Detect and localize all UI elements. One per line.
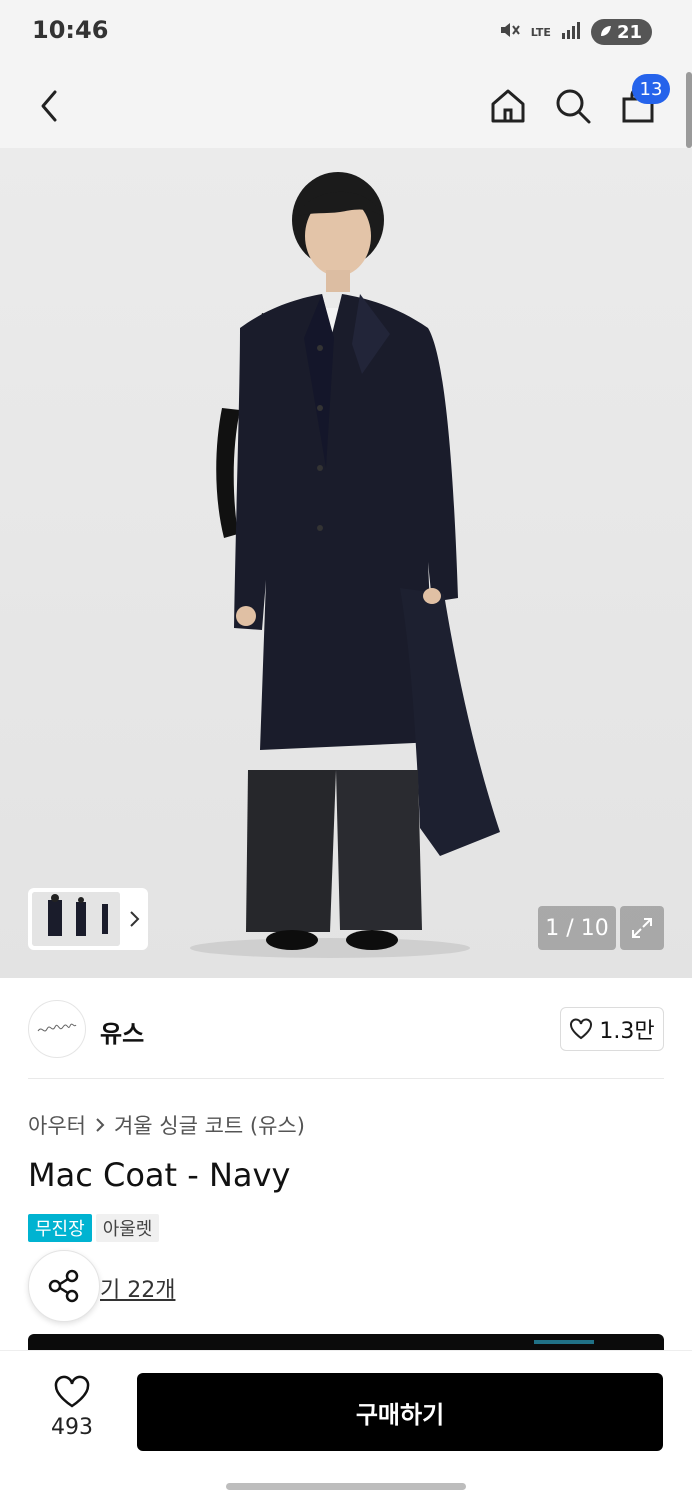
breadcrumb-item-category[interactable]: 아우터 — [28, 1110, 86, 1140]
chevron-right-icon — [96, 1118, 105, 1132]
wishlist-count: 493 — [51, 1415, 93, 1440]
review-link[interactable]: 기 22개 — [100, 1272, 175, 1304]
search-icon — [556, 89, 591, 124]
wishlist-button[interactable]: 493 — [38, 1375, 106, 1447]
divider — [28, 1078, 664, 1079]
status-time: 10:46 — [32, 16, 109, 44]
heart-icon — [54, 1375, 90, 1408]
tag-outlet: 아울렛 — [95, 1214, 160, 1242]
brand-like-count: 1.3만 — [599, 1019, 655, 1044]
image-page-indicator: 1 / 10 — [538, 906, 616, 950]
buy-button[interactable]: 구매하기 — [137, 1373, 663, 1451]
brand-like-button[interactable]: 1.3만 — [560, 1007, 664, 1051]
back-button[interactable] — [22, 78, 78, 134]
brand-row[interactable]: 유스 1.3만 — [28, 1000, 664, 1058]
battery-level: 21 — [616, 21, 642, 43]
mute-icon — [499, 20, 521, 44]
lte-icon: LTE — [530, 25, 551, 39]
battery-indicator: 21 — [590, 19, 652, 45]
product-tags: 무진장 아울렛 — [28, 1214, 160, 1242]
expand-image-button[interactable] — [620, 906, 664, 950]
tag-mujinjang: 무진장 — [28, 1214, 92, 1242]
home-icon — [491, 89, 525, 123]
search-button[interactable] — [545, 78, 601, 134]
chevron-right-icon — [130, 911, 140, 927]
share-icon — [48, 1269, 79, 1303]
heart-icon — [570, 1018, 593, 1040]
battery-saver-icon — [599, 22, 613, 43]
brand-name[interactable]: 유스 — [100, 1014, 144, 1049]
product-title: Mac Coat - Navy — [28, 1156, 291, 1194]
thumbnail-next[interactable] — [120, 892, 148, 946]
cart-count-badge: 13 — [632, 74, 670, 104]
status-bar: 10:46 LTE 21 — [0, 0, 692, 64]
product-image[interactable] — [0, 148, 692, 978]
top-nav — [0, 64, 692, 148]
expand-icon — [632, 918, 652, 938]
home-indicator[interactable] — [226, 1483, 466, 1490]
model-illustration — [190, 172, 500, 958]
brand-logo[interactable] — [28, 1000, 86, 1058]
bottom-action-bar: 493 구매하기 — [0, 1350, 692, 1500]
home-button[interactable] — [480, 78, 536, 134]
status-icons: LTE 21 — [499, 18, 652, 46]
scrollbar-thumb[interactable] — [686, 72, 692, 148]
breadcrumb: 아우터 겨울 싱글 코트 (유스) — [28, 1110, 305, 1140]
share-button[interactable] — [28, 1250, 100, 1322]
thumbnail-image[interactable] — [32, 892, 120, 946]
signal-icon — [561, 21, 581, 43]
thumbnail-strip[interactable] — [28, 888, 148, 950]
chevron-left-icon — [41, 90, 57, 122]
breadcrumb-item-subcategory[interactable]: 겨울 싱글 코트 (유스) — [114, 1110, 305, 1140]
